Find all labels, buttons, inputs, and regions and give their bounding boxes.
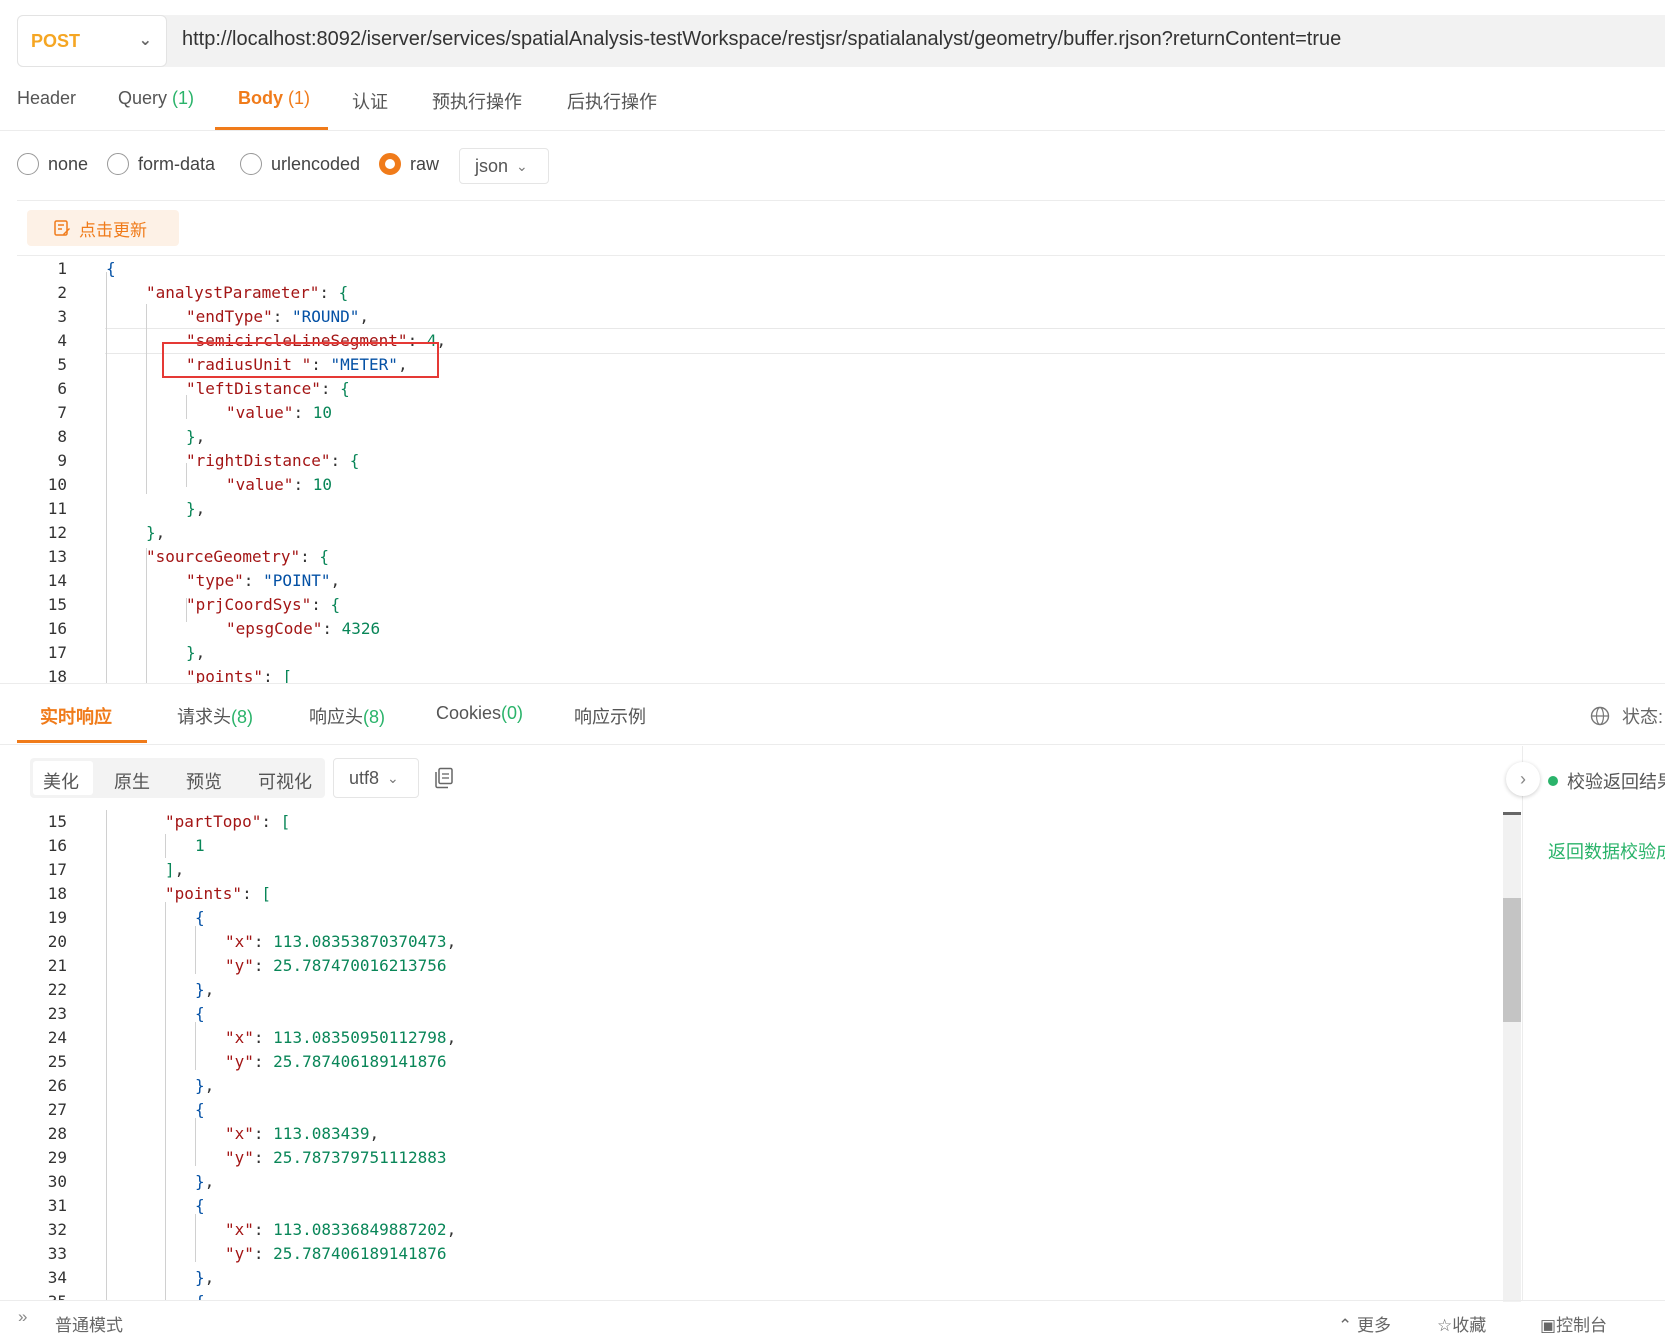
globe-icon bbox=[1590, 706, 1610, 726]
indent-guide bbox=[146, 304, 147, 494]
tab-cookies[interactable]: Cookies(0) bbox=[436, 703, 523, 724]
mode-label[interactable]: 普通模式 bbox=[55, 1311, 123, 1336]
indent-guide bbox=[106, 810, 107, 1300]
divider bbox=[0, 744, 1665, 745]
double-chevron-icon[interactable]: » bbox=[18, 1307, 27, 1327]
tab-pre-request[interactable]: 预执行操作 bbox=[432, 88, 522, 114]
chevron-right-icon[interactable]: › bbox=[1506, 762, 1540, 796]
chevron-down-icon: ⌄ bbox=[516, 157, 528, 174]
indent-guide bbox=[165, 902, 166, 1300]
indent-guide bbox=[165, 834, 166, 858]
status-area: 状态: bbox=[1590, 703, 1663, 729]
footer-bar: » 普通模式 ⌃ 更多 ☆收藏 ▣控制台 bbox=[0, 1300, 1665, 1335]
chevron-down-icon: ⌄ bbox=[138, 32, 152, 49]
tab-active-indicator bbox=[215, 127, 328, 130]
tab-query[interactable]: Query (1) bbox=[118, 88, 194, 109]
view-mode-pretty[interactable]: 美化 bbox=[43, 768, 79, 794]
radio-icon bbox=[240, 153, 262, 175]
console-icon: ▣ bbox=[1540, 1316, 1557, 1335]
radio-selected-icon bbox=[379, 153, 401, 175]
radio-icon bbox=[107, 153, 129, 175]
tab-auth[interactable]: 认证 bbox=[352, 88, 388, 114]
tab-request-headers[interactable]: 请求头(8) bbox=[177, 703, 253, 729]
more-button[interactable]: ⌃ 更多 bbox=[1338, 1311, 1391, 1336]
method-select[interactable]: POST ⌄ bbox=[17, 15, 167, 67]
view-mode-raw[interactable]: 原生 bbox=[114, 768, 150, 794]
body-format-select[interactable]: json ⌄ bbox=[459, 148, 549, 184]
copy-icon[interactable] bbox=[434, 767, 454, 789]
tab-live-response[interactable]: 实时响应 bbox=[40, 703, 112, 729]
indent-guide bbox=[186, 395, 187, 419]
indent-guide bbox=[195, 1214, 196, 1262]
highlight-box bbox=[162, 342, 439, 378]
divider bbox=[0, 683, 1665, 684]
radio-form-data[interactable]: form-data bbox=[107, 153, 215, 175]
response-body-viewer[interactable]: 15 "partTopo": [ 16 1 17], 18 "points": [ 1… bbox=[0, 810, 1500, 1300]
view-mode-visualize[interactable]: 可视化 bbox=[258, 768, 312, 794]
divider bbox=[17, 200, 1665, 201]
update-button[interactable]: 点击更新 bbox=[27, 210, 179, 246]
indent-guide bbox=[106, 272, 107, 683]
status-dot-icon bbox=[1548, 776, 1558, 786]
tab-active-indicator bbox=[17, 740, 147, 743]
panel-divider bbox=[1522, 746, 1523, 1301]
scrollbar-top-marker bbox=[1503, 812, 1521, 815]
url-input[interactable]: http://localhost:8092/iserver/services/s… bbox=[182, 28, 1341, 51]
radio-urlencoded[interactable]: urlencoded bbox=[240, 153, 360, 175]
favorite-button[interactable]: ☆收藏 bbox=[1437, 1311, 1486, 1336]
radio-raw[interactable]: raw bbox=[379, 153, 439, 175]
request-body-editor[interactable]: 1{ 2 "analystParameter": { 3 "endType": "R… bbox=[0, 256, 1665, 683]
validate-message: 返回数据校验成 bbox=[1548, 842, 1665, 862]
validate-toggle[interactable]: 校验返回结果 bbox=[1548, 768, 1665, 794]
request-tabs: Header Query (1) Body (1) 认证 预执行操作 后执行操作 bbox=[0, 70, 1665, 131]
tab-response-examples[interactable]: 响应示例 bbox=[574, 703, 646, 729]
radio-icon bbox=[17, 153, 39, 175]
view-mode-preview[interactable]: 预览 bbox=[186, 768, 222, 794]
tab-post-request[interactable]: 后执行操作 bbox=[567, 88, 657, 114]
radio-none[interactable]: none bbox=[17, 153, 88, 175]
star-icon: ☆ bbox=[1437, 1316, 1453, 1335]
status-label: 状态: bbox=[1622, 707, 1664, 727]
method-label: POST bbox=[31, 30, 81, 51]
chevron-up-icon: ⌃ bbox=[1338, 1316, 1353, 1335]
indent-guide bbox=[146, 548, 147, 683]
response-scrollbar[interactable] bbox=[1503, 812, 1521, 1302]
indent-guide bbox=[195, 1022, 196, 1070]
indent-guide bbox=[195, 1118, 196, 1166]
tab-body[interactable]: Body (1) bbox=[238, 88, 310, 109]
console-button[interactable]: ▣控制台 bbox=[1540, 1311, 1607, 1336]
edit-icon bbox=[54, 220, 70, 236]
chevron-down-icon: ⌄ bbox=[387, 769, 399, 786]
indent-guide bbox=[195, 926, 196, 974]
tab-response-headers[interactable]: 响应头(8) bbox=[309, 703, 385, 729]
encoding-select[interactable]: utf8 ⌄ bbox=[333, 758, 419, 798]
scrollbar-thumb[interactable] bbox=[1503, 898, 1521, 1022]
tab-header[interactable]: Header bbox=[17, 88, 76, 109]
